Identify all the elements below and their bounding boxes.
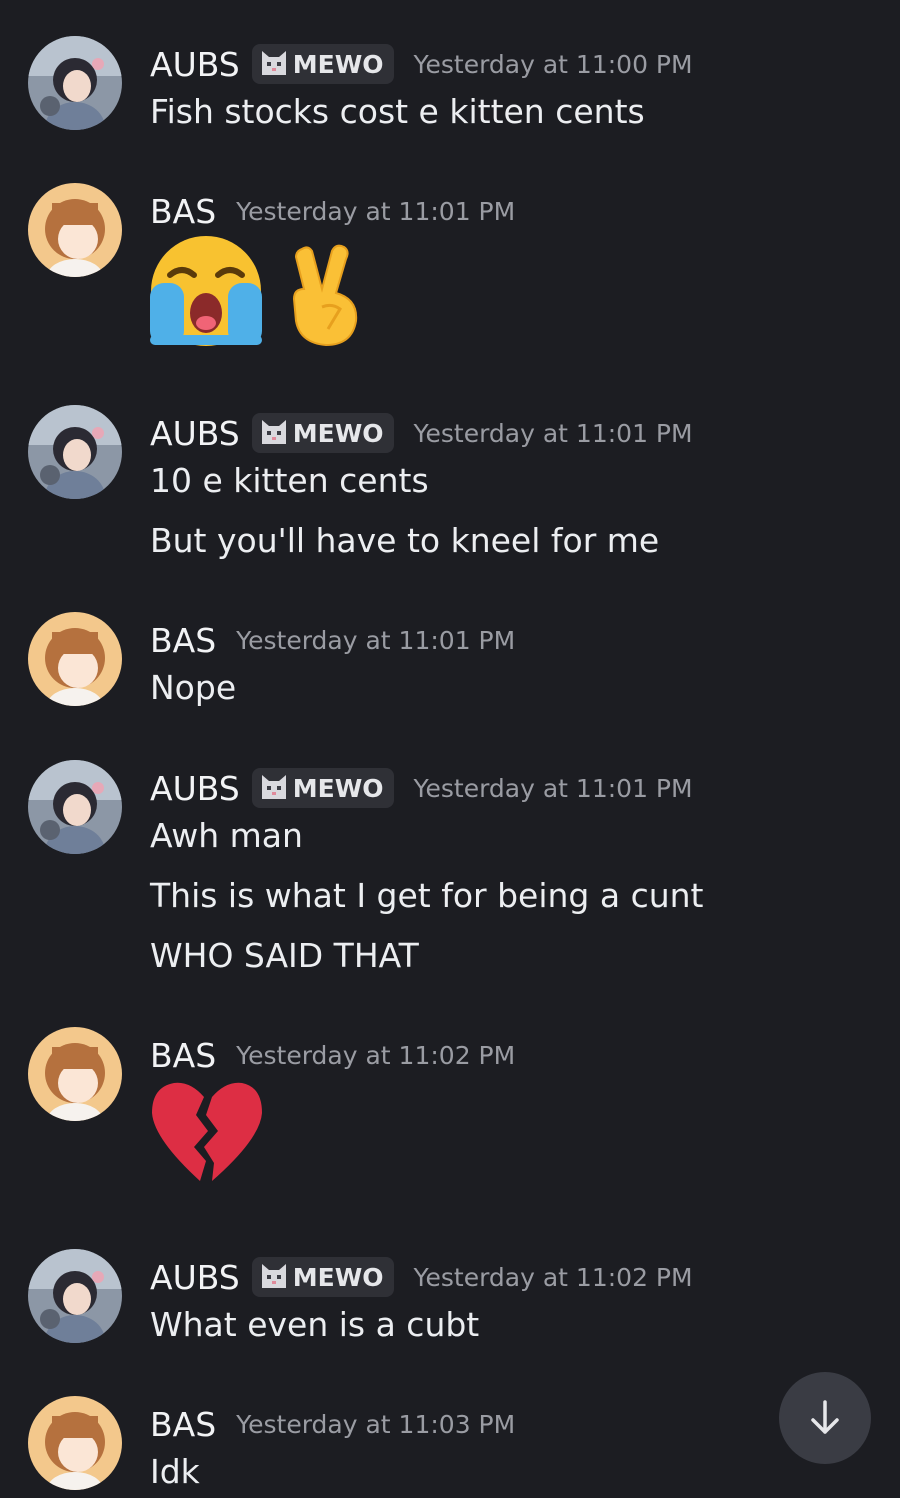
message-text: What even is a cubt [150,1305,480,1344]
username[interactable]: AUBS [150,45,240,84]
guild-tag[interactable]: MEWO [251,1257,394,1297]
username[interactable]: BAS [150,621,216,660]
guild-tag-label: MEWO [292,773,384,803]
aubs-avatar[interactable] [28,1249,122,1343]
message-header: BAS Yesterday at 11:01 PM [150,618,515,662]
cat-icon [261,775,286,799]
message-header: AUBS MEWO Yesterday at 11:02 PM [150,1255,693,1299]
guild-tag[interactable]: MEWO [251,413,394,453]
message-text: But you'll have to kneel for me [150,521,660,560]
message-text: This is what I get for being a cunt [150,876,704,915]
cat-icon [261,420,286,444]
username[interactable]: BAS [150,192,216,231]
bas-avatar[interactable] [28,1027,122,1121]
guild-tag-label: MEWO [292,418,384,448]
victory-hand-emoji[interactable] [286,243,366,347]
timestamp: Yesterday at 11:00 PM [413,49,693,79]
timestamp: Yesterday at 11:01 PM [413,773,693,803]
message-text: Awh man [150,816,303,855]
timestamp: Yesterday at 11:01 PM [236,196,516,226]
guild-tag[interactable]: MEWO [251,44,394,84]
message-text: WHO SAID THAT [150,936,419,975]
bas-avatar[interactable] [28,1396,122,1490]
guild-tag-label: MEWO [292,49,384,79]
message-text: Idk [150,1452,200,1491]
cat-icon [261,51,286,75]
bas-avatar[interactable] [28,612,122,706]
jump-to-bottom-button[interactable] [779,1372,871,1464]
message-text: 10 e kitten cents [150,461,429,500]
aubs-avatar[interactable] [28,36,122,130]
timestamp: Yesterday at 11:01 PM [236,625,516,655]
timestamp: Yesterday at 11:02 PM [413,1262,693,1292]
chat-message-list[interactable]: AUBS MEWO Yesterday at 11:00 PM Fish sto… [0,0,900,1498]
bas-avatar[interactable] [28,183,122,277]
message-header: AUBS MEWO Yesterday at 11:01 PM [150,766,693,810]
timestamp: Yesterday at 11:02 PM [236,1040,516,1070]
aubs-avatar[interactable] [28,405,122,499]
message-text: Fish stocks cost e kitten cents [150,92,645,131]
aubs-avatar[interactable] [28,760,122,854]
message-header: BAS Yesterday at 11:02 PM [150,1033,515,1077]
message-text: Nope [150,668,237,707]
arrow-down-icon [811,1400,839,1434]
guild-tag[interactable]: MEWO [251,768,394,808]
message-header: BAS Yesterday at 11:01 PM [150,189,515,233]
message-header: AUBS MEWO Yesterday at 11:00 PM [150,42,693,86]
timestamp: Yesterday at 11:03 PM [236,1409,516,1439]
guild-tag-label: MEWO [292,1262,384,1292]
broken-heart-emoji[interactable] [150,1081,264,1183]
username[interactable]: AUBS [150,1258,240,1297]
message-header: BAS Yesterday at 11:03 PM [150,1402,515,1446]
loudly-crying-face-emoji[interactable] [150,235,262,347]
username[interactable]: AUBS [150,414,240,453]
message-header: AUBS MEWO Yesterday at 11:01 PM [150,411,693,455]
username[interactable]: AUBS [150,769,240,808]
username[interactable]: BAS [150,1405,216,1444]
cat-icon [261,1264,286,1288]
username[interactable]: BAS [150,1036,216,1075]
timestamp: Yesterday at 11:01 PM [413,418,693,448]
